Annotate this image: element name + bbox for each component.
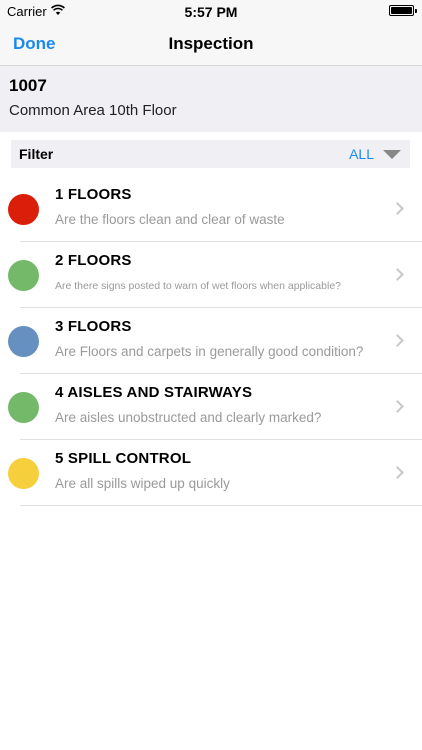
triangle-down-icon[interactable] xyxy=(383,150,401,159)
item-question: Are all spills wiped up quickly xyxy=(55,476,230,491)
item-title: 5 SPILL CONTROL xyxy=(55,450,192,467)
chevron-right-icon xyxy=(391,202,404,215)
filter-value[interactable]: ALL xyxy=(349,146,374,162)
item-question: Are the floors clean and clear of waste xyxy=(55,212,285,227)
status-dot xyxy=(8,194,39,225)
filter-label: Filter xyxy=(19,146,54,162)
chevron-right-icon xyxy=(391,268,404,281)
item-title: 1 FLOORS xyxy=(55,186,132,203)
status-bar: Carrier 5:57 PM xyxy=(0,0,422,22)
chevron-right-icon xyxy=(391,466,404,479)
battery-icon xyxy=(389,5,417,16)
inspection-list: 1 FLOORS Are the floors clean and clear … xyxy=(0,176,422,506)
page-title: Inspection xyxy=(168,34,254,53)
list-item[interactable]: 2 FLOORS Are there signs posted to warn … xyxy=(0,242,422,308)
navigation-bar: Done Inspection xyxy=(0,22,422,66)
item-question: Are Floors and carpets in generally good… xyxy=(55,344,364,359)
chevron-right-icon xyxy=(391,334,404,347)
item-question: Are there signs posted to warn of wet fl… xyxy=(55,280,341,292)
list-item[interactable]: 4 AISLES AND STAIRWAYS Are aisles unobst… xyxy=(0,374,422,440)
status-dot xyxy=(8,392,39,423)
status-dot xyxy=(8,260,39,291)
status-dot xyxy=(8,458,39,489)
list-item[interactable]: 5 SPILL CONTROL Are all spills wiped up … xyxy=(0,440,422,506)
item-title: 4 AISLES AND STAIRWAYS xyxy=(55,384,253,401)
clock: 5:57 PM xyxy=(184,4,238,20)
inspection-header: 1007 Common Area 10th Floor xyxy=(0,66,422,132)
item-title: 3 FLOORS xyxy=(55,318,132,335)
list-item[interactable]: 1 FLOORS Are the floors clean and clear … xyxy=(0,176,422,242)
chevron-right-icon xyxy=(391,400,404,413)
item-question: Are aisles unobstructed and clearly mark… xyxy=(55,410,322,425)
divider xyxy=(20,505,422,506)
list-item[interactable]: 3 FLOORS Are Floors and carpets in gener… xyxy=(0,308,422,374)
item-title: 2 FLOORS xyxy=(55,252,132,269)
location-name: Common Area 10th Floor xyxy=(9,102,177,119)
status-dot xyxy=(8,326,39,357)
location-code: 1007 xyxy=(9,76,47,95)
filter-bar[interactable]: Filter ALL xyxy=(11,140,410,168)
